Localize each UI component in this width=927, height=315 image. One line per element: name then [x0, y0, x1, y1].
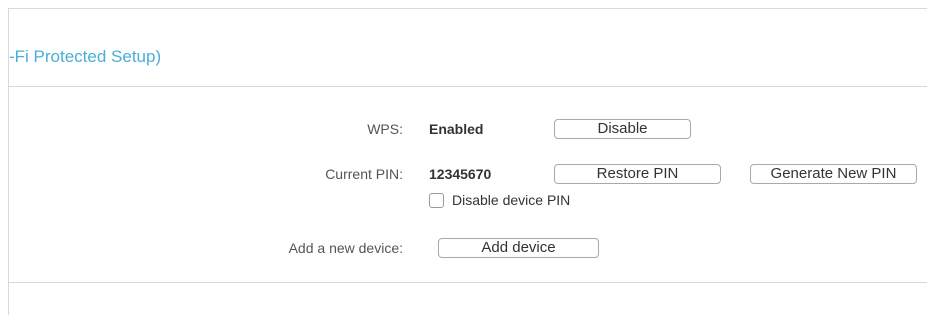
add-device-label: Add a new device:: [288, 240, 403, 256]
disable-device-pin-checkbox[interactable]: [429, 192, 444, 208]
disable-device-pin-label[interactable]: Disable device PIN: [452, 192, 570, 208]
wps-panel: -Fi Protected Setup) WPS: Enabled Disabl…: [8, 8, 927, 315]
generate-new-pin-button[interactable]: Generate New PIN: [750, 164, 917, 184]
current-pin-label: Current PIN:: [325, 166, 403, 182]
restore-pin-button[interactable]: Restore PIN: [554, 164, 721, 184]
title-divider: [9, 86, 927, 87]
wps-label: WPS:: [367, 121, 403, 137]
add-device-button[interactable]: Add device: [438, 238, 599, 258]
page-title: -Fi Protected Setup): [9, 47, 162, 66]
disable-wps-button[interactable]: Disable: [554, 119, 691, 139]
current-pin-value: 12345670: [429, 166, 492, 182]
bottom-divider: [9, 282, 927, 283]
disable-device-pin-row[interactable]: Disable device PIN: [429, 192, 570, 208]
wps-status-value: Enabled: [429, 121, 484, 137]
